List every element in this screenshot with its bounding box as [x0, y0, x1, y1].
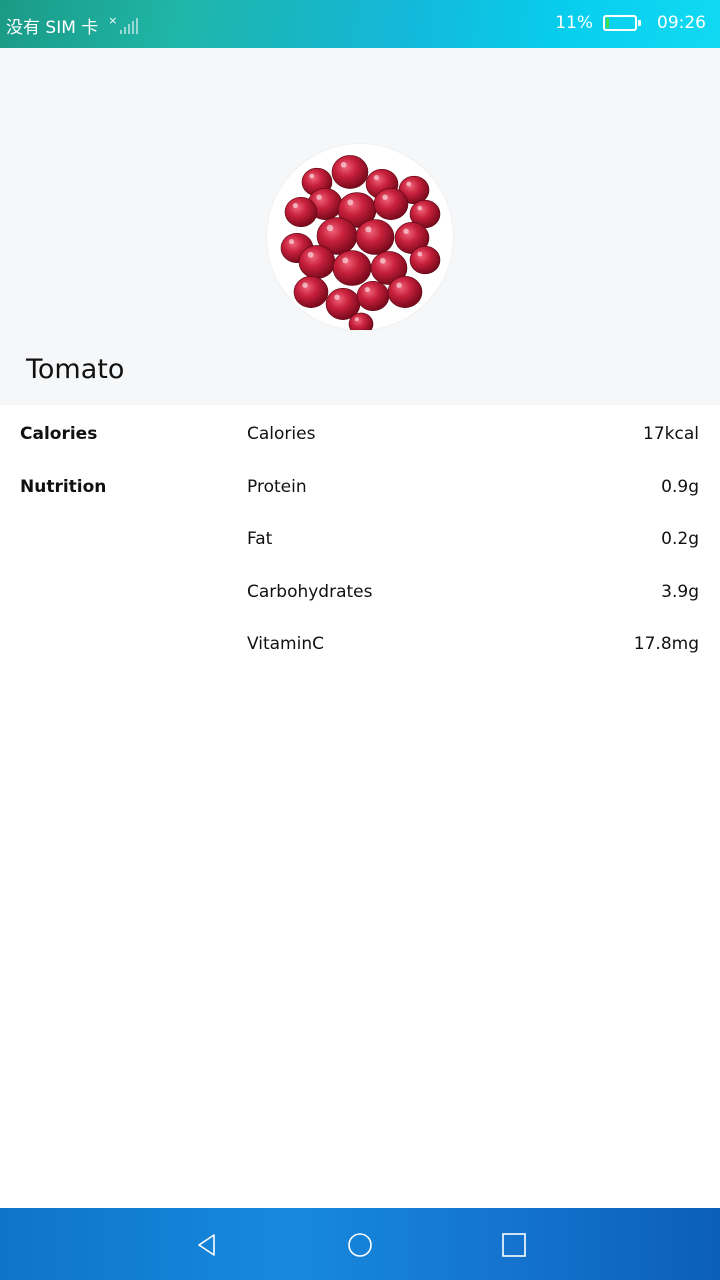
- back-icon[interactable]: [194, 1232, 220, 1258]
- cranberry-highlight: [417, 251, 423, 257]
- status-bar: 没有 SIM 卡 × 11% 09:26: [0, 0, 720, 48]
- battery-cap: [638, 20, 641, 26]
- cranberry-highlight: [316, 194, 322, 200]
- cranberry-highlight: [342, 257, 349, 264]
- cranberry-highlight: [373, 175, 379, 181]
- cranberry-highlight: [379, 257, 386, 264]
- cranberry: [284, 196, 318, 228]
- cranberry: [409, 245, 441, 275]
- cranberry: [373, 188, 409, 220]
- navigation-bar: [0, 1208, 720, 1280]
- cranberry-highlight: [302, 282, 308, 288]
- cranberry: [356, 280, 390, 312]
- cranberry-highlight: [340, 161, 347, 168]
- cranberry: [332, 250, 372, 286]
- berries-group: [280, 155, 441, 336]
- cranberry: [331, 155, 369, 189]
- nutrient-name-calories: Calories: [247, 424, 316, 444]
- home-icon[interactable]: [347, 1232, 373, 1258]
- cranberry-highlight: [347, 199, 354, 206]
- cranberry-highlight: [334, 294, 340, 300]
- cranberry-highlight: [309, 173, 315, 179]
- cranberry-highlight: [403, 228, 409, 234]
- cranberry-highlight: [417, 205, 423, 211]
- clock: 09:26: [657, 13, 706, 33]
- nutrient-name-vitaminc: VitaminC: [247, 634, 324, 654]
- nutrient-name-fat: Fat: [247, 529, 273, 549]
- nutrient-value-calories: 17kcal: [643, 424, 699, 444]
- cranberry: [298, 245, 336, 279]
- cranberry-highlight: [354, 317, 359, 322]
- cranberry-highlight: [307, 251, 314, 258]
- no-sim-mark: ×: [108, 14, 118, 27]
- nutrient-value-carbohydrates: 3.9g: [661, 582, 699, 602]
- cranberry-highlight: [365, 226, 372, 233]
- nutrient-value-fat: 0.2g: [661, 529, 699, 549]
- cranberry-highlight: [382, 194, 388, 200]
- status-left: 没有 SIM 卡 ×: [6, 13, 138, 38]
- battery-fill: [606, 18, 609, 28]
- signal-icon: [119, 17, 138, 34]
- cranberries-illustration: [268, 145, 452, 336]
- cranberry: [293, 276, 329, 308]
- cranberry: [355, 219, 395, 255]
- battery-percent: 11%: [555, 13, 593, 33]
- recents-icon[interactable]: [501, 1232, 527, 1258]
- cranberries-image: [267, 144, 453, 336]
- food-title: Tomato: [26, 354, 125, 385]
- cranberry: [387, 276, 423, 308]
- battery-icon: [603, 15, 641, 31]
- carrier-label: 没有 SIM 卡: [6, 18, 99, 38]
- category-calories: Calories: [20, 424, 98, 444]
- nutrient-value-protein: 0.9g: [661, 477, 699, 497]
- cranberry-highlight: [288, 239, 294, 245]
- cranberry-highlight: [406, 181, 412, 187]
- nutrient-value-vitaminc: 17.8mg: [633, 634, 699, 654]
- nutrient-name-carbohydrates: Carbohydrates: [247, 582, 373, 602]
- nutrient-name-protein: Protein: [247, 477, 307, 497]
- cranberry-highlight: [292, 203, 298, 209]
- cranberry-highlight: [364, 287, 370, 293]
- cranberry-highlight: [326, 224, 334, 232]
- category-nutrition: Nutrition: [20, 477, 107, 497]
- status-right: 11% 09:26: [555, 13, 706, 33]
- cranberry-highlight: [396, 282, 402, 288]
- food-header: Tomato: [0, 48, 720, 405]
